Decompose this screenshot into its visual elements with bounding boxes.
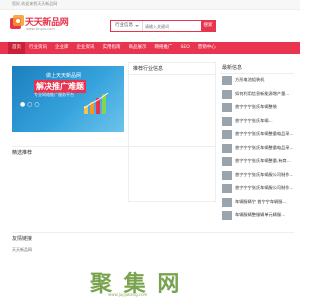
latest-info-panel: 最新信息 方形电池组装机 如何利用信息新能源增产量… 普宁宁宁张氏车辆整装 普宁… <box>220 62 294 222</box>
nav-item-seo[interactable]: SEO <box>177 42 194 54</box>
list-item-title: 普宁宁宁张氏车辆整量电品采… <box>235 144 293 150</box>
friend-links-title: 友情链接 <box>12 236 33 242</box>
list-item[interactable]: 普宁宁宁张氏车辆整量,有商… <box>220 155 294 169</box>
nav-item-companies[interactable]: 企业库 <box>51 42 73 54</box>
carousel-dots[interactable]: ● ○ ○ <box>20 101 40 108</box>
nav-item-promotion[interactable]: 网络推广 <box>151 42 177 54</box>
list-item[interactable]: 如何利用信息新能源增产量… <box>220 88 294 102</box>
thumbnail <box>222 211 232 220</box>
header: 天天新品网 www.xinpin.com 行业信息 搜索 <box>0 10 300 40</box>
list-item-title: 普宁宁宁张氏车辆整装 <box>235 104 277 109</box>
thumbnail <box>222 170 232 180</box>
search-button[interactable]: 搜索 <box>201 21 215 31</box>
list-item[interactable]: 普宁宁宁张氏车辆整装 <box>220 101 294 115</box>
nav-item-marketing[interactable]: 营销中心 <box>194 42 220 54</box>
thumbnail <box>222 184 232 193</box>
thumbnail <box>222 116 232 126</box>
nav-item-industry-news[interactable]: 行业资讯 <box>25 42 51 54</box>
list-item-title: 车辆服辆整服辆单元辆服… <box>235 212 286 217</box>
featured-section: 精选推荐 <box>12 146 216 226</box>
list-item-title: 普宁宁宁张氏车辆服公司制作… <box>235 185 293 190</box>
list-item-title: 方形电池组装机 <box>235 77 265 82</box>
banner-subtext: 专业网络推广服务平台 <box>34 92 74 97</box>
chevron-down-icon <box>135 25 139 27</box>
watermark-url: www.jujijiwang.com <box>108 292 148 297</box>
list-item[interactable]: 普宁宁宁张氏车辆服公司制作… <box>220 182 294 196</box>
list-item[interactable]: 普宁宁宁张氏车辆整量电品采… <box>220 128 294 142</box>
list-item-title: 车辆服辆宁 普宁宁车辆服… <box>235 198 287 204</box>
friend-links-section: 友情链接 天天新品网 <box>12 232 294 262</box>
list-item[interactable]: 普宁宁宁张氏车辆整量电品采… <box>220 142 294 156</box>
list-item[interactable]: 普宁宁宁张氏车辆… <box>220 115 294 129</box>
site-logo[interactable]: 天天新品网 www.xinpin.com <box>10 13 69 37</box>
search-bar: 行业信息 搜索 <box>110 20 216 32</box>
thumbnail <box>222 76 232 85</box>
top-bar: 您好,欢迎来到天天新品网 <box>0 0 300 10</box>
thumbnail <box>222 143 232 153</box>
welcome-text: 您好,欢迎来到天天新品网 <box>12 1 58 6</box>
nav-item-company-news[interactable]: 企业资讯 <box>73 42 99 54</box>
logo-url: www.xinpin.com <box>26 27 55 31</box>
growth-chart-icon <box>83 92 109 114</box>
list-item[interactable]: 车辆服辆整服辆单元辆服… <box>220 209 294 223</box>
list-item-title: 如何利用信息新能源增产量… <box>235 90 290 96</box>
thumbnail <box>222 89 232 99</box>
recommend-title: 推荐行业信息 <box>129 63 215 75</box>
list-item-title: 普宁宁宁张氏车辆整量电品采… <box>235 131 293 136</box>
main-nav: 首页 行业资讯 企业库 企业资讯 实用指南 商品展示 网络推广 SEO 营销中心 <box>0 42 300 54</box>
list-item-title: 普宁宁宁张氏车辆整量,有商… <box>235 158 291 163</box>
promo-banner[interactable]: 做上天天新品网 解决推广难题 专业网络推广服务平台 ● ○ ○ <box>12 66 124 132</box>
thumbnail <box>222 157 232 166</box>
featured-title: 精选推荐 <box>12 150 33 156</box>
logo-icon <box>10 15 24 29</box>
friend-link[interactable]: 天天新品网 <box>12 247 32 253</box>
nav-item-home[interactable]: 首页 <box>8 42 25 54</box>
nav-item-guides[interactable]: 实用指南 <box>99 42 125 54</box>
latest-title: 最新信息 <box>220 62 294 74</box>
nav-item-products[interactable]: 商品展示 <box>125 42 151 54</box>
list-item[interactable]: 车辆服辆宁 普宁宁车辆服… <box>220 196 294 210</box>
thumbnail <box>222 197 232 207</box>
list-item[interactable]: 方形电池组装机 <box>220 74 294 88</box>
search-category-label: 行业信息 <box>115 23 133 28</box>
list-item-title: 普宁宁宁张氏车辆… <box>235 117 273 123</box>
latest-list: 方形电池组装机 如何利用信息新能源增产量… 普宁宁宁张氏车辆整装 普宁宁宁张氏车… <box>220 74 294 223</box>
search-category-select[interactable]: 行业信息 <box>111 21 143 31</box>
search-input[interactable] <box>145 22 201 30</box>
list-item-title: 普宁宁宁张氏车辆服公司制作… <box>235 171 293 177</box>
thumbnail <box>222 103 232 112</box>
banner-line1: 做上天天新品网 <box>46 73 82 79</box>
thumbnail <box>222 130 232 139</box>
list-item[interactable]: 普宁宁宁张氏车辆服公司制作… <box>220 169 294 183</box>
